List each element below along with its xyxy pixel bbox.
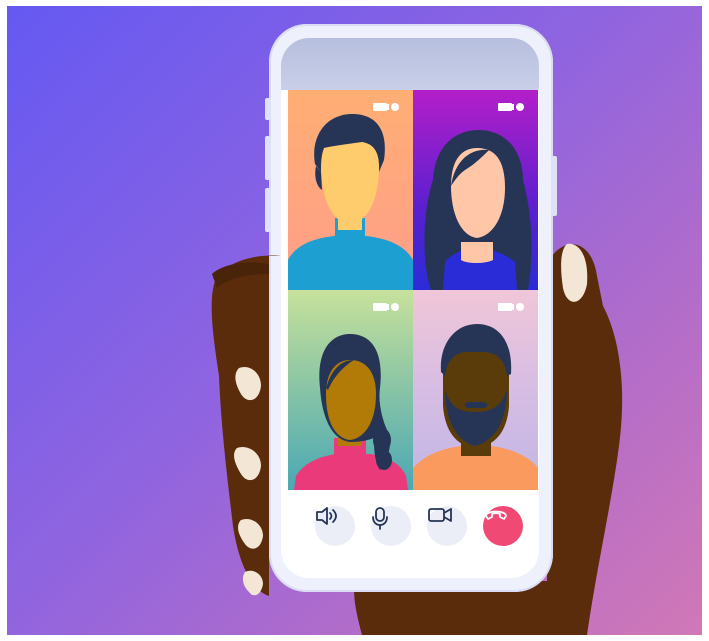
illustration-background [7, 6, 702, 635]
hand-front [211, 255, 281, 596]
